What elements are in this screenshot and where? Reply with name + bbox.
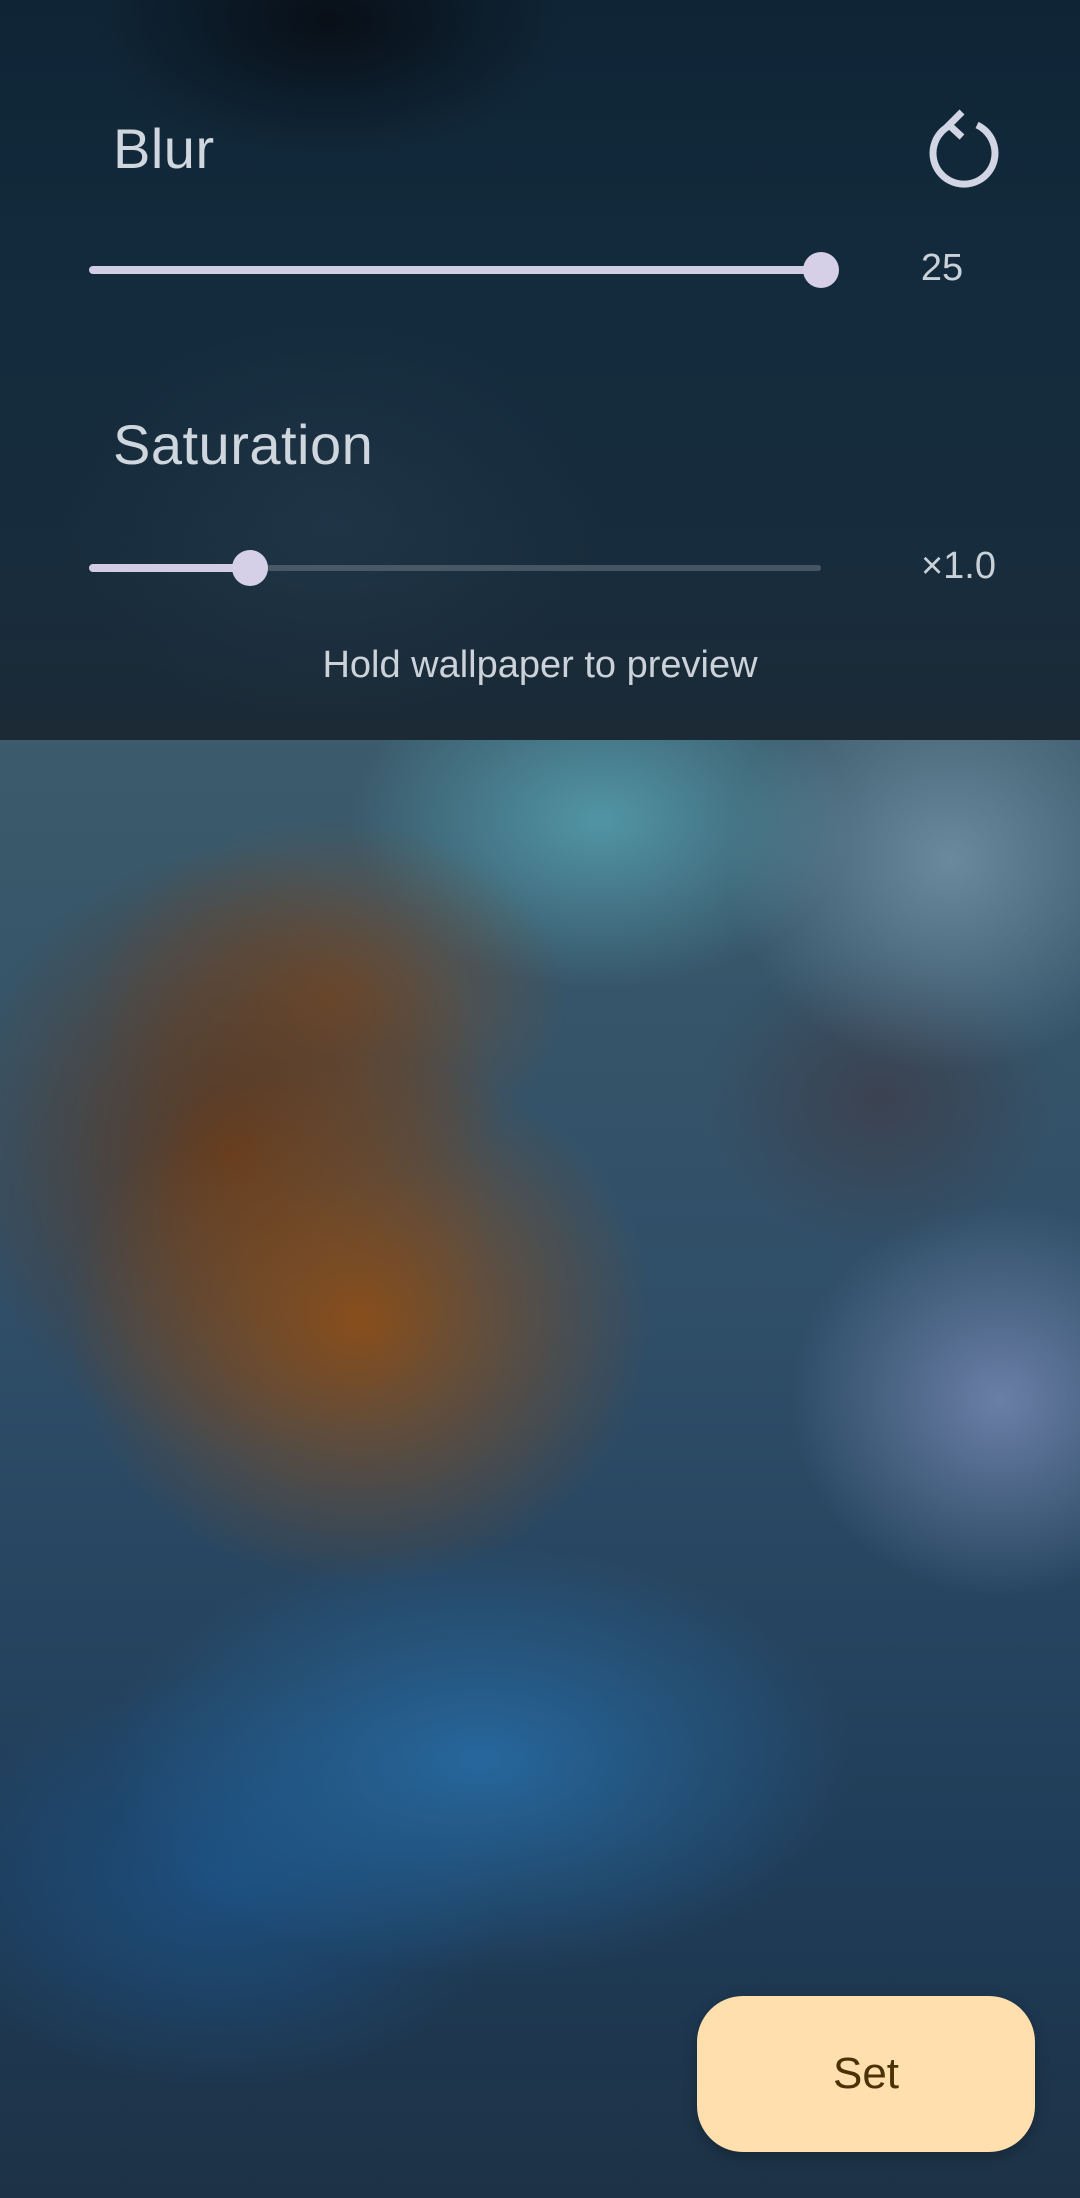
set-button[interactable]: Set xyxy=(697,1996,1035,2152)
blur-label: Blur xyxy=(113,117,215,180)
saturation-slider-fill xyxy=(89,564,250,572)
blur-value: 25 xyxy=(920,247,964,289)
blur-slider-thumb[interactable] xyxy=(803,252,839,288)
blur-slider-fill xyxy=(89,266,821,274)
saturation-slider[interactable] xyxy=(89,548,839,588)
set-button-label: Set xyxy=(832,2049,900,2098)
adjustment-panel: Blur 25 Saturation ×1.0 Hold wallpaper t… xyxy=(0,0,1080,740)
saturation-slider-thumb[interactable] xyxy=(231,550,268,586)
saturation-value: ×1.0 xyxy=(920,545,996,587)
reset-button[interactable] xyxy=(920,104,1008,192)
preview-hint: Hold wallpaper to preview xyxy=(322,644,758,686)
wallpaper-editor-screen: Blur 25 Saturation ×1.0 Hold wallpaper t… xyxy=(0,0,1080,2198)
saturation-label: Saturation xyxy=(113,413,374,476)
blur-slider[interactable] xyxy=(89,250,839,290)
saturation-slider-track xyxy=(249,565,821,571)
reset-icon xyxy=(929,109,999,188)
